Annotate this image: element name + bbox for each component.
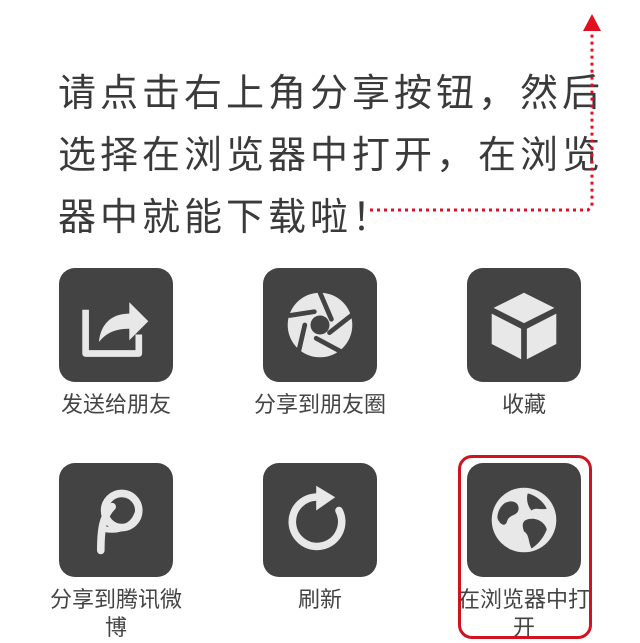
tile-refresh[interactable] xyxy=(263,463,377,577)
share-item-label: 刷新 xyxy=(297,588,342,613)
share-item-send-to-friend[interactable]: 发送给朋友 xyxy=(26,268,206,420)
tencent-weibo-icon xyxy=(97,489,143,555)
share-item-label: 发送给朋友 xyxy=(60,393,171,418)
refresh-icon xyxy=(288,485,346,551)
tile-favorite[interactable] xyxy=(467,268,581,382)
share-item-label: 分享到朋友圈 xyxy=(253,393,386,418)
share-item-tencent-weibo[interactable]: 分享到腾讯微博 xyxy=(26,463,206,643)
share-item-favorite[interactable]: 收藏 xyxy=(434,268,614,420)
tile-send-to-friend[interactable] xyxy=(59,268,173,382)
share-forward-icon xyxy=(82,302,149,357)
tile-tencent-weibo[interactable] xyxy=(59,463,173,577)
instruction-text: 请点击右上角分享按钮，然后 选择在浏览器中打开，在浏览 器中就能下载啦！ xyxy=(58,62,605,248)
share-item-moments[interactable]: 分享到朋友圈 xyxy=(230,268,410,420)
share-item-label: 分享到腾讯微博 xyxy=(49,588,182,641)
tile-moments[interactable] xyxy=(263,268,377,382)
share-item-label: 收藏 xyxy=(501,393,546,418)
share-item-refresh[interactable]: 刷新 xyxy=(230,463,410,615)
cube-icon xyxy=(491,292,557,360)
instruction-line-3: 器中就能下载啦！ xyxy=(58,195,395,239)
camera-aperture-icon xyxy=(287,290,354,358)
instruction-line-2: 选择在浏览器中打开，在浏览 xyxy=(58,133,605,177)
instruction-line-1: 请点击右上角分享按钮，然后 xyxy=(58,71,605,115)
open-in-browser-highlight xyxy=(458,455,592,639)
